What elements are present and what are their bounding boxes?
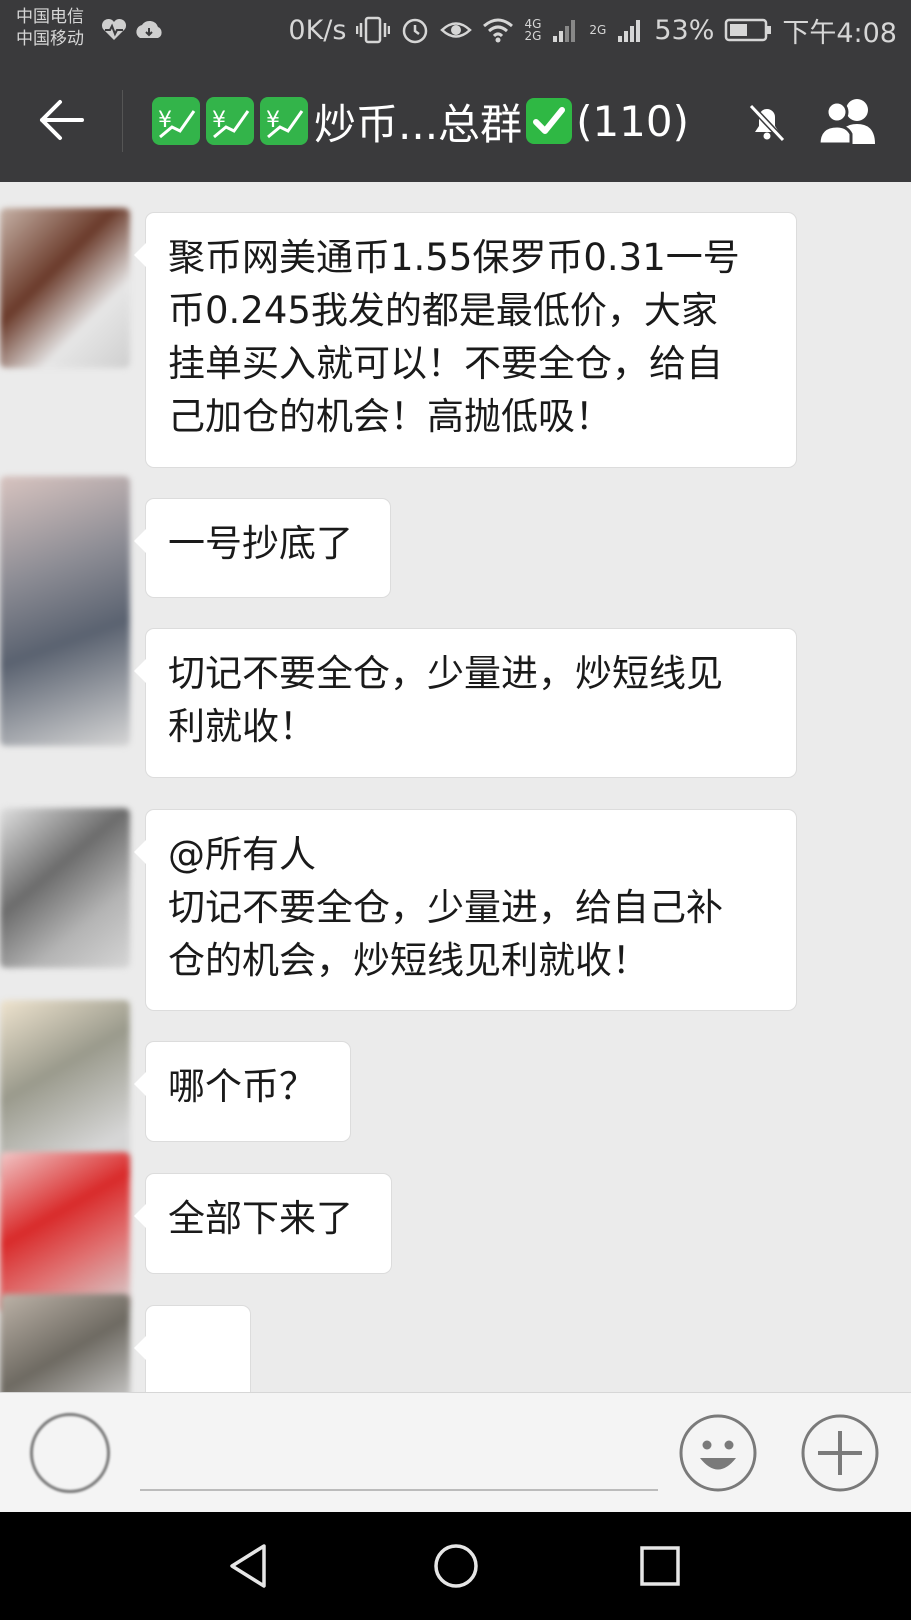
signal-2-icon <box>618 20 641 42</box>
nav-back-icon[interactable] <box>226 1542 274 1590</box>
notification-icons <box>100 16 170 44</box>
check-mark-icon <box>533 107 566 134</box>
chat-title[interactable]: ¥ ¥ ¥ 炒币...总群 (110) <box>152 90 689 152</box>
group-members-icon[interactable] <box>815 94 885 148</box>
money-chart-icon: ¥ <box>212 108 250 139</box>
message-bubble[interactable]: 全部下来了 <box>134 1173 392 1274</box>
avatar[interactable] <box>0 808 130 968</box>
money-chart-emoji: ¥ <box>260 97 308 145</box>
voice-input-button[interactable] <box>30 1413 110 1493</box>
message-bubble[interactable]: @所有人 切记不要全仓，少量进，给自己补 仓的机会，炒短线见利就收！ <box>134 809 797 1011</box>
message-bubble[interactable]: 一号抄底了 <box>134 498 391 598</box>
system-nav-bar <box>0 1512 911 1620</box>
status-right: 0K/s 4G 2G 2G 53% 下午4:08 <box>288 10 897 50</box>
member-count: (110) <box>576 96 689 146</box>
more-plus-button-icon[interactable] <box>800 1413 880 1493</box>
clock: 下午4:08 <box>782 17 897 49</box>
carrier-1: 中国电信 <box>16 7 84 27</box>
nav-home-icon[interactable] <box>432 1542 480 1590</box>
network-2: 2G <box>524 29 542 43</box>
message-input[interactable] <box>140 1489 658 1491</box>
signal-1-icon <box>553 20 576 42</box>
emoji-button-icon[interactable] <box>678 1413 758 1493</box>
back-arrow-icon[interactable] <box>36 98 86 142</box>
heart-rate-icon <box>101 18 162 40</box>
eye-comfort-icon <box>440 22 473 38</box>
net-speed: 0K/s <box>288 14 347 46</box>
battery-icon <box>725 18 772 42</box>
header-divider <box>122 90 123 152</box>
network-type: 4G 2G <box>524 18 541 42</box>
nav-recents-icon[interactable] <box>636 1542 684 1590</box>
money-chart-icon: ¥ <box>266 108 304 139</box>
chat-header: ¥ ¥ ¥ 炒币...总群 (110) <box>0 60 911 182</box>
signal-2-label: 2G <box>589 23 607 37</box>
carrier-labels: 中国电信 中国移动 <box>16 6 84 50</box>
carrier-2: 中国移动 <box>16 29 84 49</box>
battery-percent: 53% <box>654 14 715 46</box>
message-bubble[interactable]: 切记不要全仓，少量进，炒短线见 利就收！ <box>134 628 797 778</box>
chat-title-text: 炒币...总群 <box>314 99 523 149</box>
status-bar: 中国电信 中国移动 0K/s 4G 2G 2G 53% 下午4:08 <box>0 0 911 60</box>
check-mark-emoji <box>526 98 573 144</box>
input-bar <box>0 1392 911 1513</box>
money-chart-icon: ¥ <box>158 108 196 139</box>
message-bubble[interactable]: 聚币网美通币1.55保罗币0.31一号 币0.245我发的都是最低价，大家 挂单… <box>134 212 797 468</box>
wifi-icon <box>483 18 514 43</box>
message-bubble[interactable] <box>134 1305 251 1483</box>
avatar[interactable] <box>0 476 130 746</box>
money-chart-emoji: ¥ <box>206 97 254 145</box>
alarm-icon <box>403 18 428 44</box>
avatar[interactable] <box>0 1152 130 1312</box>
avatar[interactable] <box>0 208 130 368</box>
vibrate-icon <box>356 16 391 44</box>
mute-bell-icon[interactable] <box>745 100 789 144</box>
message-bubble[interactable]: 哪个币？ <box>134 1041 351 1142</box>
money-chart-emoji: ¥ <box>152 97 200 145</box>
